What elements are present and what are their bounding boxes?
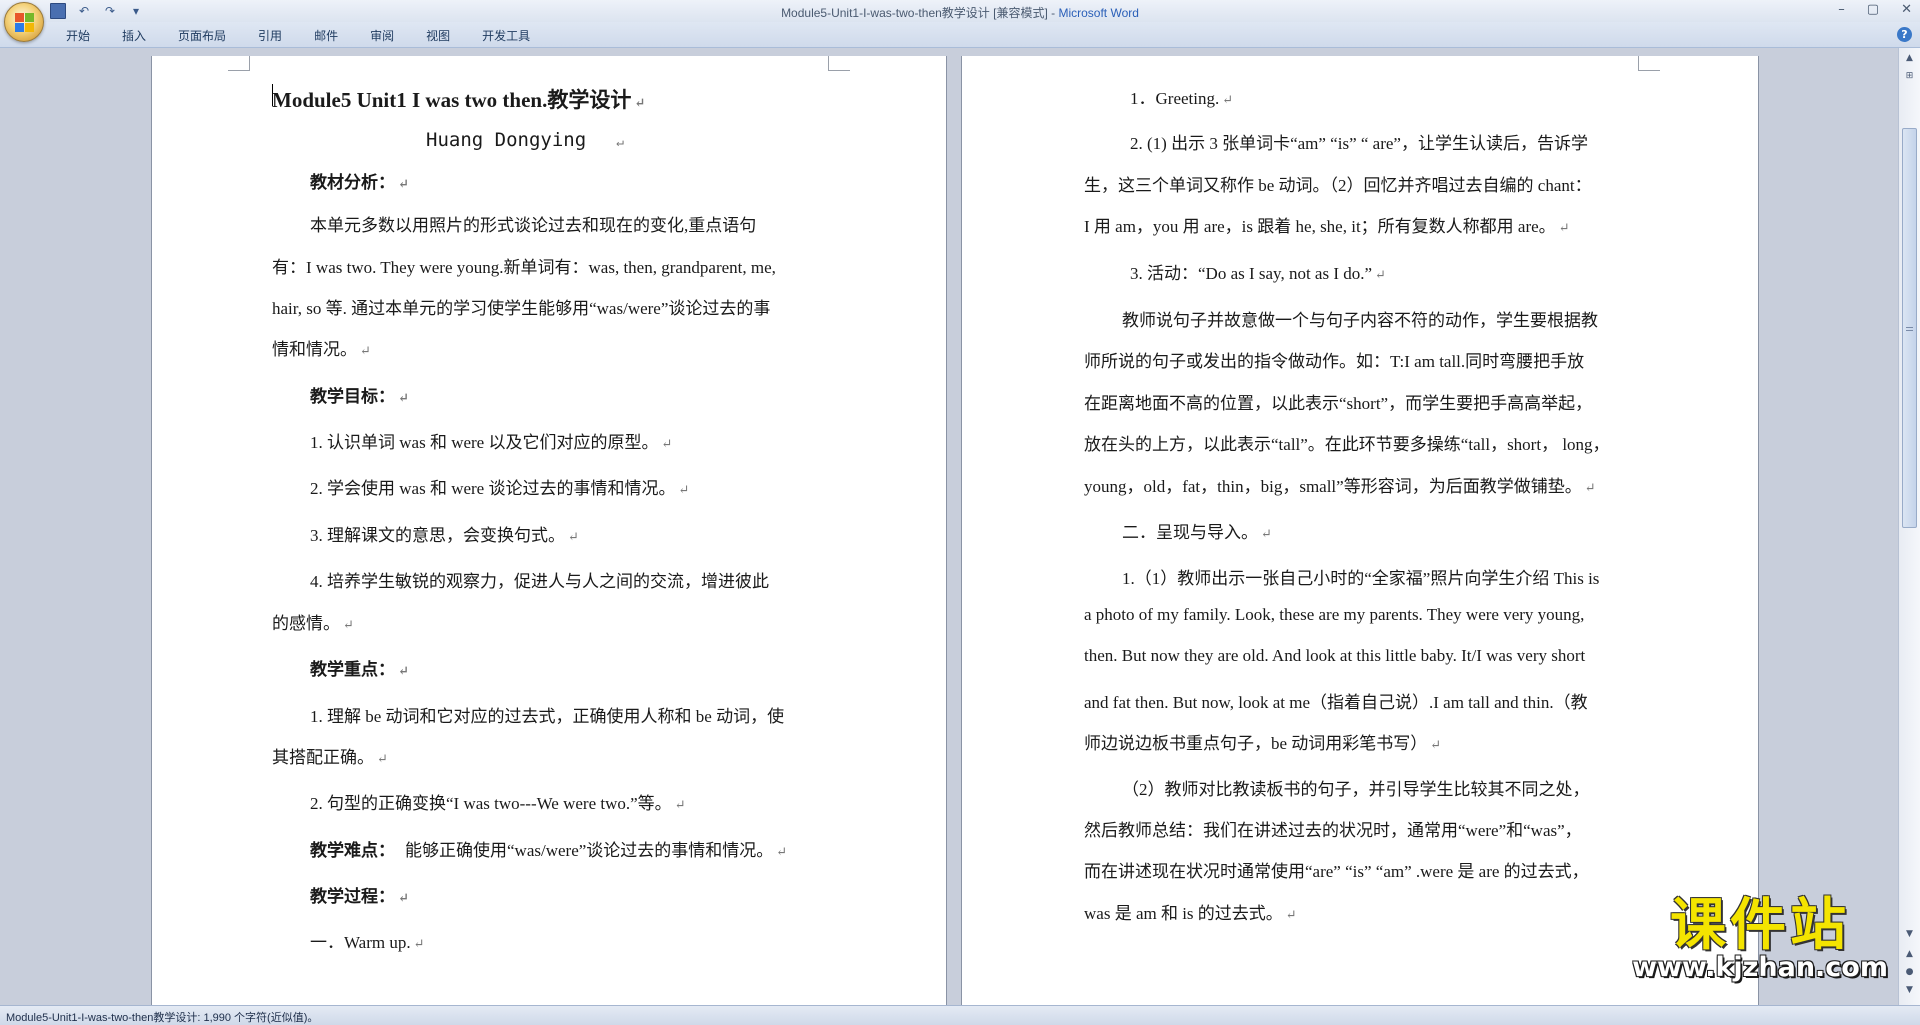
office-logo-part (25, 23, 34, 32)
margin-corner-mark (828, 56, 850, 71)
ruler-toggle-icon[interactable]: ⊞ (1901, 68, 1918, 84)
window-controls: – ▢ ✕ (1838, 2, 1912, 17)
body-line: 而在讲述现在状况时通常使用“are” “is” “am” .were 是 are… (1084, 862, 1589, 881)
body-line: 2. 学会使用 was 和 were 谈论过去的事情和情况。 ↵ (310, 479, 690, 498)
section-heading: 二．呈现与导入。 ↵ (1122, 523, 1272, 542)
body-line: （2）教师对比教读板书的句子，并引导学生比较其不同之处， (1122, 780, 1590, 799)
section-heading: 教学重点： ↵ (310, 660, 409, 679)
body-line: 教学难点： 能够正确使用“was/were”谈论过去的事情和情况。 ↵ (310, 841, 788, 860)
body-line: 1．Greeting. ↵ (1130, 89, 1234, 108)
ribbon-tabs: 开始 插入 页面布局 引用 邮件 审阅 视图 开发工具 ? (0, 22, 1920, 48)
page-right[interactable]: 1．Greeting. ↵ 2. (1) 出示 3 张单词卡“am” “is” “… (962, 56, 1758, 1005)
body-line: 师所说的句子或发出的指令做动作。如：T:I am tall.同时弯腰把手放 (1084, 352, 1585, 371)
office-logo-part (25, 13, 34, 22)
maximize-button[interactable]: ▢ (1867, 2, 1879, 17)
minimize-button[interactable]: – (1838, 2, 1845, 17)
next-page-button[interactable]: ▼ (1901, 982, 1918, 998)
body-line: 1. 认识单词 was 和 were 以及它们对应的原型。 ↵ (310, 433, 673, 452)
body-line: 3. 理解课文的意思，会变换句式。 ↵ (310, 526, 579, 545)
body-line: young，old，fat，thin，big，small”等形容词，为后面教学做… (1084, 477, 1596, 496)
author-name: Huang Dongying ↵ (426, 129, 624, 151)
watermark-url: www.kjzhan.com (1632, 952, 1888, 983)
body-line: hair, so 等. 通过本单元的学习使学生能够用“was/were”谈论过去… (272, 299, 771, 318)
body-line: 本单元多数以用照片的形式谈论过去和现在的变化,重点语句 (310, 216, 757, 235)
title-bar: ↶ ↷ ▾ Module5-Unit1-I-was-two-then教学设计 [… (0, 0, 1920, 22)
office-logo-icon (15, 13, 24, 22)
select-browse-object-button[interactable]: ● (1901, 964, 1918, 980)
body-line: 在距离地面不高的位置，以此表示“short”，而学生要把手高高举起， (1084, 394, 1593, 413)
margin-corner-mark (228, 56, 250, 71)
section-heading: 教学难点： (310, 841, 395, 860)
section-heading: 教学过程： ↵ (310, 887, 409, 906)
word-count-status[interactable]: Module5-Unit1-I-was-two-then教学设计: 1,990 … (6, 1009, 318, 1025)
body-line: and fat then. But now, look at me（指着自己说）… (1084, 693, 1588, 712)
body-line: 的感情。 ↵ (272, 614, 354, 633)
scroll-down-button[interactable]: ▼ (1901, 926, 1918, 942)
body-line: 师边说边板书重点句子，be 动词用彩笔书写） ↵ (1084, 734, 1442, 753)
tab-review[interactable]: 审阅 (354, 27, 410, 44)
help-icon[interactable]: ? (1897, 27, 1912, 42)
app-name: Microsoft Word (1058, 6, 1139, 20)
body-line: 生，这三个单词又称作 be 动词。（2）回忆并齐唱过去自编的 chant： (1084, 176, 1592, 195)
body-line: 有：I was two. They were young.新单词有：was, t… (272, 258, 776, 277)
document-heading: Module5 Unit1 I was two then.教学设计 ↵ (272, 88, 646, 112)
tab-mailings[interactable]: 邮件 (298, 27, 354, 44)
body-line: 然后教师总结：我们在讲述过去的状况时，通常用“were”和“was”， (1084, 821, 1582, 840)
office-logo-part (15, 23, 24, 32)
watermark-title: 课件站 (1670, 893, 1851, 958)
tab-view[interactable]: 视图 (410, 27, 466, 44)
body-line: then. But now they are old. And look at … (1084, 646, 1586, 665)
body-line: 2. (1) 出示 3 张单词卡“am” “is” “ are”，让学生认读后，… (1130, 134, 1588, 153)
body-line: 3. 活动：“Do as I say, not as I do.” ↵ (1130, 264, 1386, 283)
body-line: 1. 理解 be 动词和它对应的过去式，正确使用人称和 be 动词，使 (310, 707, 785, 726)
watermark-logo: 课件站 www.kjzhan.com (1632, 893, 1888, 984)
body-line: I 用 am，you 用 are，is 跟着 he, she, it；所有复数人… (1084, 217, 1570, 236)
page-left[interactable]: Module5 Unit1 I was two then.教学设计 ↵ Huang… (152, 56, 946, 1005)
body-line: 情和情况。 ↵ (272, 340, 371, 359)
body-line: 教师说句子并故意做一个与句子内容不符的动作，学生要根据教 (1122, 311, 1598, 330)
status-bar: Module5-Unit1-I-was-two-then教学设计: 1,990 … (0, 1005, 1920, 1025)
body-line: 4. 培养学生敏锐的观察力，促进人与人之间的交流，增进彼此 (310, 572, 769, 591)
scroll-up-button[interactable]: ▲ (1901, 50, 1918, 66)
tab-home[interactable]: 开始 (50, 27, 106, 44)
tab-developer[interactable]: 开发工具 (466, 27, 546, 44)
scroll-thumb[interactable] (1902, 128, 1917, 528)
close-button[interactable]: ✕ (1901, 2, 1912, 17)
body-line: 其搭配正确。 ↵ (272, 748, 388, 767)
previous-page-button[interactable]: ▲ (1901, 946, 1918, 962)
section-heading: 教学目标： ↵ (310, 387, 409, 406)
body-line: 放在头的上方，以此表示“tall”。在此环节要多操练“tall，short， l… (1084, 435, 1610, 454)
body-line: 1.（1）教师出示一张自己小时的“全家福”照片向学生介绍 This is (1122, 569, 1600, 588)
vertical-scrollbar[interactable]: ▲ ⊞ ▼ ▲ ● ▼ (1898, 48, 1920, 1005)
office-button[interactable] (4, 2, 44, 42)
margin-corner-mark (1638, 56, 1660, 71)
tab-references[interactable]: 引用 (242, 27, 298, 44)
body-line: 2. 句型的正确变换“I was two---We were two.”等。 ↵ (310, 794, 686, 813)
body-line: was 是 am 和 is 的过去式。 ↵ (1084, 904, 1297, 923)
document-title: Module5-Unit1-I-was-two-then教学设计 [兼容模式] … (781, 6, 1059, 20)
tab-page-layout[interactable]: 页面布局 (162, 27, 242, 44)
document-area[interactable]: Module5 Unit1 I was two then.教学设计 ↵ Huang… (0, 48, 1898, 1005)
tab-insert[interactable]: 插入 (106, 27, 162, 44)
body-line: 一．Warm up. ↵ (310, 933, 425, 952)
body-line: a photo of my family. Look, these are my… (1084, 605, 1585, 624)
window-title: Module5-Unit1-I-was-two-then教学设计 [兼容模式] … (0, 4, 1920, 21)
section-heading: 教材分析： ↵ (310, 173, 409, 192)
scroll-grip-icon (1906, 327, 1913, 331)
